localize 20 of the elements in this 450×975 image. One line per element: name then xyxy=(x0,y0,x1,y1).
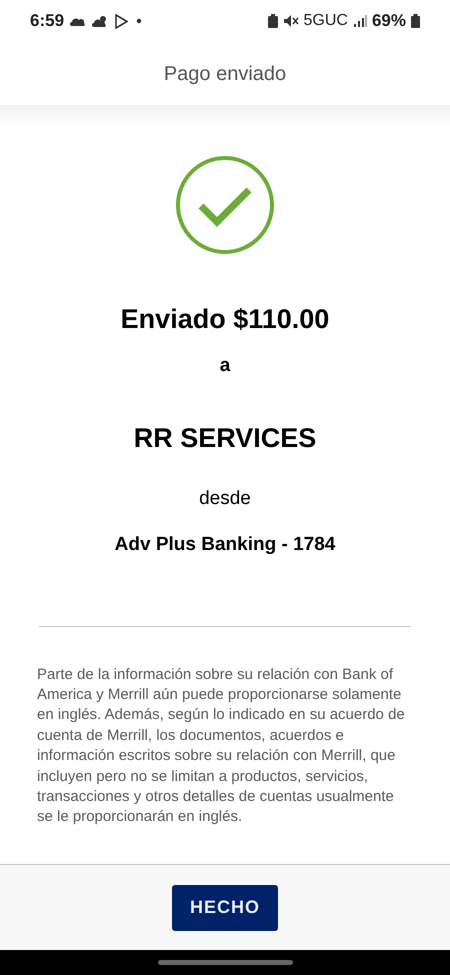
network-label: 5GUC xyxy=(304,11,348,31)
to-label: a xyxy=(220,354,230,378)
checkmark-icon xyxy=(175,155,275,255)
amount-sent: Enviado $110.00 xyxy=(120,303,330,336)
home-indicator[interactable] xyxy=(158,960,292,965)
from-label: desde xyxy=(199,486,251,510)
account-name: Adv Plus Banking - 1784 xyxy=(114,533,336,557)
disclaimer-text: Parte de la información sobre su relación con Bank of America y Merrill aún puede proporcionarse solamente en inglés. Además, según lo indicado en su acuerdo de cuenta de Merrill, los documentos, acuerdos e información escritos sobre su relación con Merrill, que incluyen pero no se limitan a productos, servicios, transacciones y otros detalles de cuentas usualmente se le proporcionarán en inglés. xyxy=(37,664,406,828)
page-title: Pago enviado xyxy=(164,62,286,86)
cloud-icon xyxy=(70,16,86,26)
signal-icon xyxy=(352,15,367,27)
mute-icon xyxy=(282,14,299,28)
play-icon xyxy=(114,14,128,28)
battery-icon xyxy=(411,14,420,28)
weather-icon xyxy=(92,15,108,27)
status-time: 6:59 xyxy=(30,10,64,32)
done-button[interactable]: HECHO xyxy=(172,884,278,930)
payee-name: RR SERVICES xyxy=(134,422,316,455)
battery-saver-icon xyxy=(268,14,278,28)
battery-percentage: 69% xyxy=(372,10,406,32)
